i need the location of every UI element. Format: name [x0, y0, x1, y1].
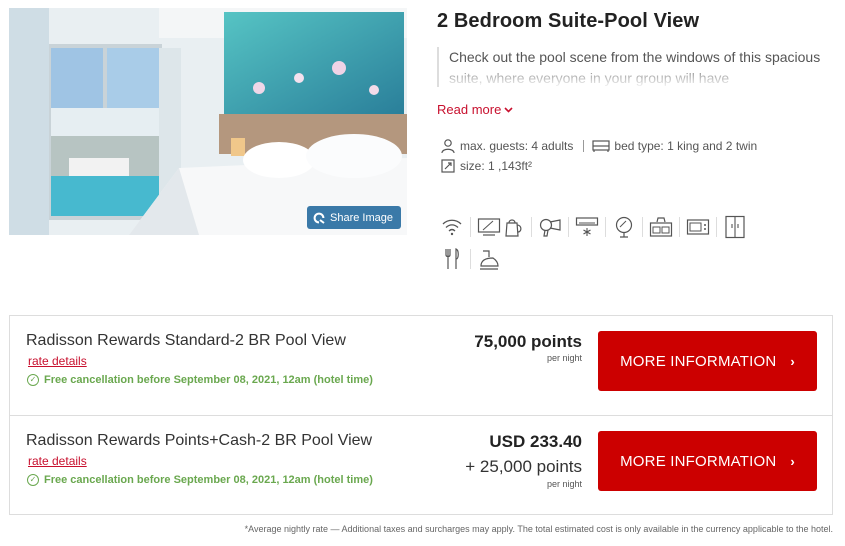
share-image-label: Share Image	[330, 211, 393, 224]
price-points: 75,000 points	[474, 332, 582, 351]
room-size-text: size: 1 ,143ft²	[460, 159, 533, 173]
room-size-spec: size: 1 ,143ft²	[440, 158, 532, 174]
read-more-label: Read more	[437, 102, 502, 117]
more-information-label: MORE INFORMATION	[620, 452, 777, 470]
mirror-icon	[612, 213, 636, 241]
rate-list: Radisson Rewards Standard-2 BR Pool View…	[9, 315, 833, 515]
free-cancellation: ✓ Free cancellation before September 08,…	[27, 374, 373, 386]
refrigerator-icon	[723, 213, 747, 241]
microwave-icon	[686, 213, 710, 241]
room-title: 2 Bedroom Suite-Pool View	[437, 10, 700, 32]
amenity-divider	[679, 217, 680, 237]
share-image-button[interactable]: Share Image	[307, 206, 401, 229]
more-information-button[interactable]: MORE INFORMATION ›	[598, 431, 817, 491]
more-information-button[interactable]: MORE INFORMATION ›	[598, 331, 817, 391]
room-description: Check out the pool scene from the window…	[437, 47, 837, 87]
amenity-divider	[470, 249, 471, 269]
rate-name: Radisson Rewards Points+Cash-2 BR Pool V…	[26, 432, 373, 449]
rate-option: Radisson Rewards Points+Cash-2 BR Pool V…	[10, 415, 832, 514]
room-illustration	[9, 8, 407, 235]
per-night-label: per night	[546, 353, 582, 363]
rate-details-link[interactable]: rate details	[28, 354, 87, 368]
amenity-divider	[716, 217, 717, 237]
cancellation-text: Free cancellation before September 08, 2…	[44, 474, 373, 486]
iron-icon	[477, 245, 501, 273]
amenities	[440, 212, 800, 276]
size-icon	[440, 158, 456, 174]
kettle-icon	[501, 213, 525, 241]
person-icon	[440, 138, 456, 154]
more-information-label: MORE INFORMATION	[620, 352, 777, 370]
price-cash: USD 233.40	[489, 432, 582, 451]
rate-details-link[interactable]: rate details	[28, 454, 87, 468]
chevron-right-icon: ›	[790, 453, 795, 469]
tv-icon	[477, 213, 501, 241]
amenity-divider	[605, 217, 606, 237]
max-guests-text: max. guests: 4 adults	[460, 139, 574, 153]
cooktop-icon	[649, 213, 673, 241]
free-cancellation: ✓ Free cancellation before September 08,…	[27, 474, 373, 486]
room-photo[interactable]: Share Image	[9, 8, 407, 235]
amenity-divider	[531, 217, 532, 237]
footnote: *Average nightly rate — Additional taxes…	[244, 524, 833, 534]
cancellation-text: Free cancellation before September 08, 2…	[44, 374, 373, 386]
chevron-right-icon: ›	[790, 353, 795, 369]
cutlery-icon	[440, 245, 464, 273]
amenity-divider	[642, 217, 643, 237]
room-specs: max. guests: 4 adults bed type: 1 king a…	[440, 136, 757, 176]
price-points: + 25,000 points	[465, 457, 582, 476]
rate-name: Radisson Rewards Standard-2 BR Pool View	[26, 332, 346, 349]
bed-type-spec: bed type: 1 king and 2 twin	[592, 139, 757, 153]
chevron-down-icon	[504, 105, 513, 115]
rate-option: Radisson Rewards Standard-2 BR Pool View…	[10, 316, 832, 415]
bed-type-text: bed type: 1 king and 2 twin	[614, 139, 758, 153]
spec-divider	[583, 140, 585, 152]
max-guests-spec: max. guests: 4 adults	[440, 138, 573, 154]
per-night-label: per night	[546, 479, 582, 489]
wifi-icon	[440, 213, 464, 241]
amenity-divider	[568, 217, 569, 237]
share-icon	[313, 212, 326, 224]
check-circle-icon: ✓	[27, 374, 39, 386]
read-more-link[interactable]: Read more	[437, 102, 513, 117]
hairdryer-icon	[538, 213, 562, 241]
amenity-divider	[470, 217, 471, 237]
description-fade	[439, 65, 837, 87]
bed-icon	[592, 139, 610, 153]
check-circle-icon: ✓	[27, 474, 39, 486]
air-conditioning-icon	[575, 213, 599, 241]
